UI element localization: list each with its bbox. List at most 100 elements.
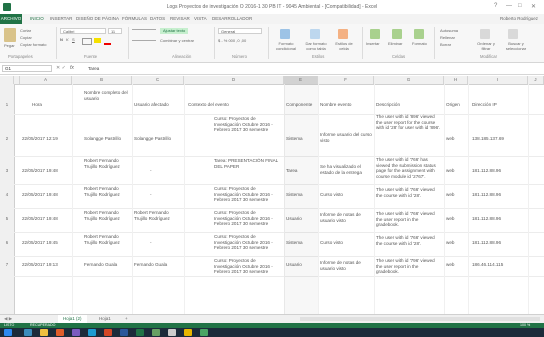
cell-full-name[interactable]: Robert Fernando Trujillo Rodríguez: [84, 186, 130, 197]
cell-context[interactable]: Tarea: PRESENTACIÓN FINAL DEL PAPER: [214, 158, 282, 169]
conditional-format-icon[interactable]: [280, 29, 290, 39]
cell-date[interactable]: 22/05/2017 12:19: [22, 136, 72, 142]
tab-data[interactable]: DATOS: [150, 16, 165, 21]
column-header-d[interactable]: D: [184, 76, 284, 84]
cell-component[interactable]: Sistema: [286, 136, 316, 142]
tab-file[interactable]: ARCHIVO: [0, 14, 22, 24]
column-header-c[interactable]: C: [132, 76, 184, 84]
font-name-select[interactable]: Calibri: [60, 28, 106, 34]
cell-full-name[interactable]: Fernando Guala: [84, 262, 130, 268]
autosum-button[interactable]: Autosuma: [440, 28, 458, 33]
cell-description[interactable]: The user with id '766' viewed the course…: [376, 187, 442, 198]
select-all-corner[interactable]: [0, 76, 14, 84]
find-select-button[interactable]: Buscar y seleccionar: [502, 41, 530, 51]
conditional-format-button[interactable]: Formato condicional: [272, 41, 300, 51]
cell-full-name[interactable]: Robert Fernando Trujillo Rodríguez: [84, 234, 130, 245]
paste-icon[interactable]: [4, 28, 16, 42]
cell-description[interactable]: The user with id '796' viewed the user r…: [376, 258, 442, 275]
row-header[interactable]: 1: [0, 102, 14, 107]
cell-event[interactable]: Curso visto: [320, 240, 372, 246]
folder-icon[interactable]: [40, 329, 48, 336]
account-name[interactable]: Roberto Rodríguez: [500, 16, 538, 21]
row-header[interactable]: 3: [0, 168, 14, 173]
cell-date[interactable]: 22/05/2017 19:48: [22, 192, 72, 198]
column-header-e[interactable]: E: [284, 76, 318, 84]
cell-date[interactable]: 22/05/2017 19:48: [22, 168, 72, 174]
tab-review[interactable]: REVISAR: [170, 16, 190, 21]
row-header[interactable]: 2: [0, 136, 14, 141]
borders-icon[interactable]: [82, 38, 92, 45]
cell-date[interactable]: 22/05/2017 19:45: [22, 240, 72, 246]
sheet-tab-hoja1[interactable]: Hoja1: [94, 315, 116, 323]
cell-context[interactable]: Curso: Proyectos de Investigación Octubr…: [214, 186, 282, 203]
number-format-select[interactable]: General: [218, 28, 262, 34]
font-size-select[interactable]: 11: [108, 28, 122, 34]
delete-cells-button[interactable]: Eliminar: [388, 41, 402, 46]
cell-event[interactable]: Informe de notas de usuario visto: [320, 260, 372, 271]
tab-formulas[interactable]: FÓRMULAS: [122, 16, 147, 21]
row-header[interactable]: 7: [0, 262, 14, 267]
format-as-table-icon[interactable]: [310, 29, 320, 39]
header-ip[interactable]: Dirección IP: [472, 102, 526, 108]
cell-event[interactable]: Curso visto: [320, 192, 372, 198]
app-icon[interactable]: [200, 329, 208, 336]
cell-ip[interactable]: 181.112.88.96: [472, 216, 528, 222]
cell-full-name[interactable]: Robert Fernando Trujillo Rodríguez: [84, 158, 130, 169]
app-icon[interactable]: [88, 329, 96, 336]
start-icon[interactable]: [4, 329, 12, 336]
header-origin[interactable]: Origen: [446, 102, 468, 108]
cell-ip[interactable]: 181.112.88.96: [472, 240, 528, 246]
sort-filter-button[interactable]: Ordenar y filtrar: [474, 41, 498, 51]
cell-context[interactable]: Curso: Proyectos de Investigación Octubr…: [214, 210, 282, 227]
clear-button[interactable]: Borrar: [440, 42, 451, 47]
tab-insert[interactable]: INSERTAR: [50, 16, 72, 21]
format-cells-icon[interactable]: [414, 29, 424, 39]
sheet-nav-arrows[interactable]: ◀ ▶: [4, 316, 12, 322]
formula-input[interactable]: Tarea: [88, 66, 99, 71]
app-icon[interactable]: [152, 329, 160, 336]
sort-filter-icon[interactable]: [480, 29, 490, 39]
excel-icon[interactable]: [136, 329, 144, 336]
cell-origin[interactable]: web: [446, 192, 466, 198]
app-icon[interactable]: [72, 329, 80, 336]
cell-context[interactable]: Curso: Proyectos de Investigación Octubr…: [214, 258, 282, 275]
row-header[interactable]: 5: [0, 216, 14, 221]
format-cells-button[interactable]: Formato: [412, 41, 427, 46]
cancel-confirm-icons[interactable]: ✕ ✓: [56, 65, 66, 71]
tab-developer[interactable]: DESARROLLADOR: [212, 16, 252, 21]
fill-button[interactable]: Rellenar: [440, 35, 455, 40]
cell-component[interactable]: Sistema: [286, 240, 316, 246]
insert-cells-icon[interactable]: [370, 29, 380, 39]
header-event-name[interactable]: Nombre evento: [320, 102, 372, 108]
header-full-name[interactable]: Nombre completo del usuario: [84, 90, 130, 101]
column-header-g[interactable]: G: [374, 76, 444, 84]
header-date[interactable]: Hora: [32, 102, 72, 108]
cell-affected-user[interactable]: Solangge Pastrillo: [134, 136, 182, 142]
header-component[interactable]: Componente: [286, 102, 318, 108]
powerpoint-icon[interactable]: [104, 329, 112, 336]
column-header-f[interactable]: F: [318, 76, 374, 84]
cell-affected-user[interactable]: -: [150, 168, 180, 174]
column-header-j[interactable]: J: [528, 76, 544, 84]
italic-button[interactable]: K: [66, 37, 69, 42]
cell-component[interactable]: Tarea: [286, 168, 316, 174]
cell-affected-user[interactable]: -: [150, 192, 180, 198]
ie-icon[interactable]: [24, 329, 32, 336]
cell-component[interactable]: Sistema: [286, 192, 316, 198]
horizontal-scrollbar[interactable]: [300, 317, 540, 321]
align-icons[interactable]: [132, 29, 156, 41]
tab-home[interactable]: INICIO: [30, 16, 44, 21]
minimize-button[interactable]: —: [506, 3, 512, 9]
cell-ip[interactable]: 181.112.88.96: [472, 168, 528, 174]
cell-date[interactable]: 22/05/2017 19:48: [22, 216, 72, 222]
header-description[interactable]: Descripción: [376, 102, 442, 108]
merge-center-button[interactable]: Combinar y centrar: [160, 38, 194, 43]
app-icon[interactable]: [184, 329, 192, 336]
bold-button[interactable]: N: [60, 37, 63, 42]
header-affected-user[interactable]: Usuario afectado: [134, 102, 182, 108]
cell-description[interactable]: The user with id '766' has viewed the su…: [376, 157, 442, 179]
insert-cells-button[interactable]: Insertar: [366, 41, 380, 46]
cell-description[interactable]: The user with id '896' viewed the user r…: [376, 114, 442, 131]
cell-origin[interactable]: web: [446, 240, 466, 246]
cell-full-name[interactable]: Solangge Pastrillo: [84, 136, 130, 142]
